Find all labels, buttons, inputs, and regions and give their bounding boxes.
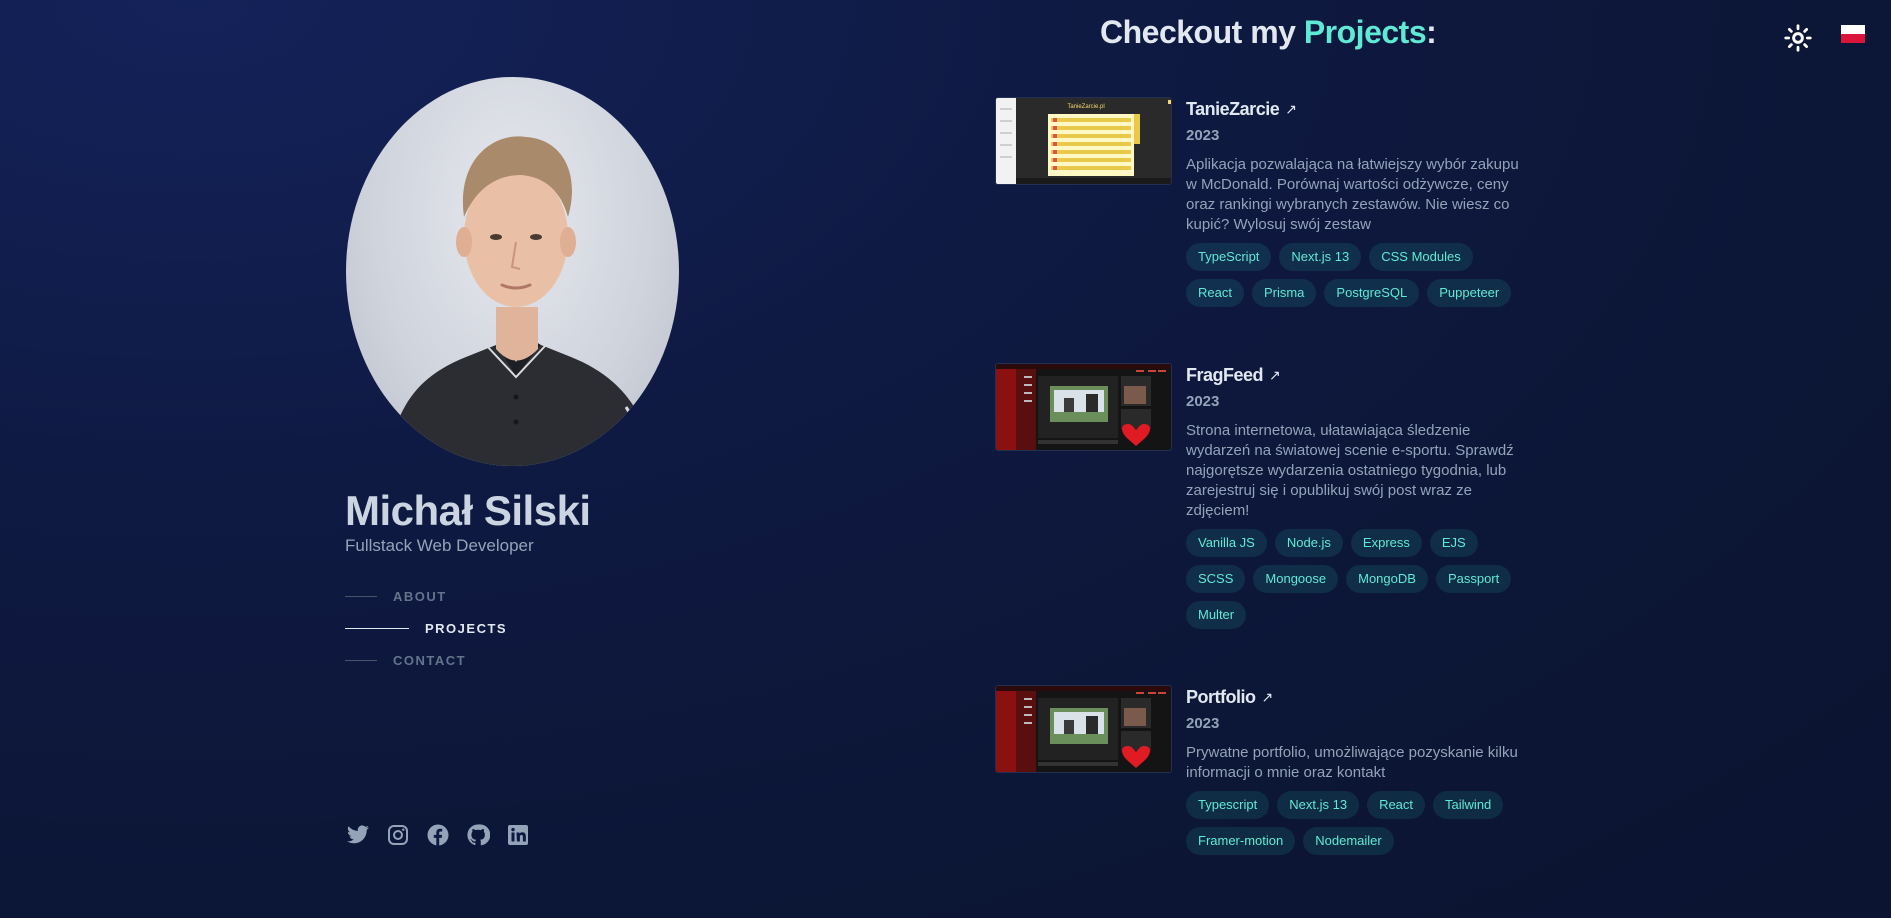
sun-icon[interactable] [1784, 24, 1812, 52]
tech-tag: SCSS [1186, 565, 1246, 593]
project-thumbnail[interactable] [995, 685, 1172, 773]
section-nav: ABOUT PROJECTS CONTACT [345, 580, 507, 676]
tech-tag: PostgreSQL [1324, 279, 1420, 307]
title-accent: Projects [1303, 14, 1427, 50]
tech-tag: Vanilla JS [1186, 529, 1267, 557]
project-content: TanieZarcie ↗ 2023 Aplikacja pozwalająca … [1186, 97, 1531, 307]
profile-role: Fullstack Web Developer [345, 536, 534, 555]
tech-tag: Puppeteer [1427, 279, 1512, 307]
project-content: FragFeed ↗ 2023 Strona internetowa, ułata… [1186, 363, 1531, 629]
project-title-link[interactable]: TanieZarcie ↗ [1186, 97, 1531, 121]
tech-tag: Node.js [1274, 529, 1343, 557]
project-content: Portfolio ↗ 2023 Prywatne portfolio, umoż… [1186, 685, 1531, 855]
tech-tag: Typescript [1186, 791, 1270, 819]
linkedin-icon[interactable] [506, 823, 530, 847]
flag-white-stripe [1841, 25, 1865, 34]
nav-item-contact[interactable]: CONTACT [345, 644, 507, 676]
tech-tag: TypeScript [1186, 243, 1272, 271]
tech-tag: Framer-motion [1186, 827, 1296, 855]
social-links [346, 823, 530, 847]
profile-photo [346, 77, 679, 466]
flag-red-stripe [1841, 34, 1865, 43]
external-link-icon: ↗ [1261, 688, 1274, 705]
tech-tag: Tailwind [1433, 791, 1504, 819]
tech-tag: React [1186, 279, 1244, 307]
title-suffix: : [1426, 14, 1437, 50]
tech-tag: Next.js 13 [1279, 243, 1362, 271]
github-icon[interactable] [466, 823, 490, 847]
profile-name: Michał Silski [345, 487, 591, 534]
tech-tag: Passport [1435, 565, 1512, 593]
nav-indicator-line [345, 595, 377, 597]
poland-flag-icon[interactable] [1841, 25, 1865, 43]
external-link-icon: ↗ [1285, 100, 1297, 117]
tech-tag: React [1367, 791, 1426, 819]
project-description: Aplikacja pozwalająca na łatwiejszy wybó… [1186, 156, 1519, 233]
twitter-icon[interactable] [346, 823, 370, 847]
tech-tag: EJS [1429, 529, 1478, 557]
tech-tags: Typescript Next.js 13 React Tailwind Fra… [1186, 791, 1526, 855]
nav-item-label: ABOUT [393, 588, 447, 604]
tech-tag: MongoDB [1346, 565, 1428, 593]
project-year: 2023 [1186, 127, 1220, 144]
project-thumbnail[interactable]: TanieZarcie.pl [995, 97, 1172, 185]
project-description: Prywatne portfolio, umożliwające pozyska… [1186, 744, 1518, 781]
tech-tag: Mongoose [1253, 565, 1339, 593]
tech-tags: Vanilla JS Node.js Express EJS SCSS Mong… [1186, 529, 1526, 629]
external-link-icon: ↗ [1269, 366, 1281, 383]
project-thumbnail[interactable] [995, 363, 1172, 451]
thumb-title: TanieZarcie.pl [1067, 104, 1104, 110]
nav-item-label: PROJECTS [425, 620, 508, 636]
instagram-icon[interactable] [386, 823, 410, 847]
tech-tag: Next.js 13 [1277, 791, 1360, 819]
tech-tag: Multer [1186, 601, 1247, 629]
project-title-link[interactable]: Portfolio ↗ [1186, 685, 1531, 709]
tech-tag: Prisma [1251, 279, 1317, 307]
page-title: Checkout my Projects: [1100, 14, 1437, 51]
nav-indicator-line [345, 659, 377, 661]
project-title: FragFeed [1186, 364, 1264, 385]
nav-item-about[interactable]: ABOUT [345, 580, 507, 612]
project-year: 2023 [1186, 393, 1220, 410]
project-title: Portfolio [1186, 686, 1256, 707]
nav-item-projects[interactable]: PROJECTS [345, 612, 507, 644]
facebook-icon[interactable] [426, 823, 450, 847]
project-title: TanieZarcie [1186, 98, 1280, 119]
tech-tag: Nodemailer [1303, 827, 1394, 855]
project-year: 2023 [1186, 715, 1220, 732]
project-title-link[interactable]: FragFeed ↗ [1186, 363, 1531, 387]
nav-item-label: CONTACT [393, 652, 467, 668]
title-prefix: Checkout my [1100, 14, 1304, 50]
tech-tag: Express [1350, 529, 1422, 557]
project-description: Strona internetowa, ułatawiająca śledzen… [1186, 422, 1514, 519]
nav-indicator-line [345, 627, 409, 629]
tech-tags: TypeScript Next.js 13 CSS Modules React … [1186, 243, 1526, 307]
tech-tag: CSS Modules [1369, 243, 1473, 271]
